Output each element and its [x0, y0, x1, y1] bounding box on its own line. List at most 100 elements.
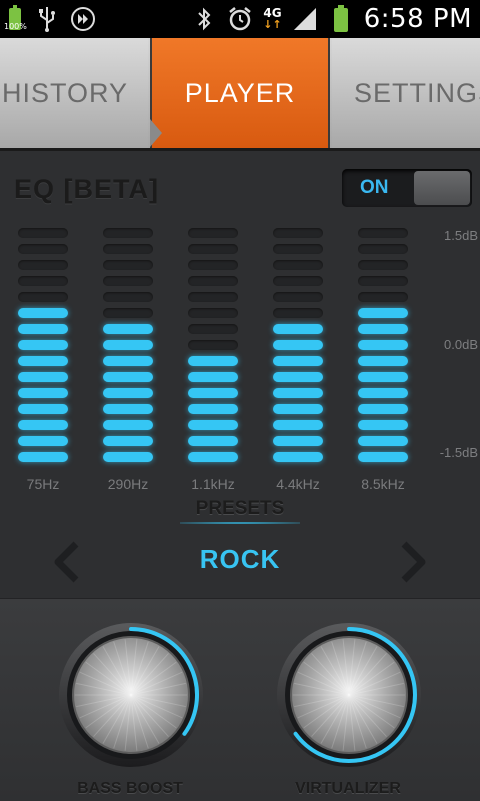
eq-segment [18, 452, 68, 462]
eq-segment [103, 276, 153, 286]
eq-segment [18, 228, 68, 238]
eq-segment [18, 404, 68, 414]
eq-segment [18, 260, 68, 270]
eq-segment [188, 356, 238, 366]
eq-segment [358, 420, 408, 430]
eq-segment [103, 372, 153, 382]
toggle-knob[interactable] [414, 171, 470, 205]
eq-segment [18, 308, 68, 318]
eq-segment [358, 324, 408, 334]
eq-segment [358, 260, 408, 270]
virtualizer-label: VIRTUALIZER [295, 780, 401, 797]
eq-segment [273, 292, 323, 302]
eq-segment [188, 436, 238, 446]
eq-segment [188, 292, 238, 302]
eq-segment [358, 308, 408, 318]
eq-segment [103, 420, 153, 430]
freq-label: 290Hz [107, 476, 149, 492]
eq-segment [273, 276, 323, 286]
eq-segment [273, 244, 323, 254]
eq-segment [358, 356, 408, 366]
eq-segment [358, 372, 408, 382]
eq-segment [358, 404, 408, 414]
eq-segment [18, 292, 68, 302]
bass-boost-knob[interactable] [56, 620, 206, 770]
presets-title: PRESETS [195, 498, 285, 519]
eq-segment [188, 420, 238, 430]
eq-segment [103, 436, 153, 446]
eq-segment [188, 372, 238, 382]
eq-segment [18, 324, 68, 334]
eq-segment [273, 404, 323, 414]
eq-segment [188, 308, 238, 318]
eq-segment [188, 452, 238, 462]
eq-segment [188, 404, 238, 414]
battery-icon [328, 5, 354, 32]
presets-glow-divider [180, 522, 300, 524]
eq-segment [103, 308, 153, 318]
eq-segment [358, 228, 408, 238]
eq-segment [273, 388, 323, 398]
status-bar: 100% 4G ↓↑ 6:58 PM [0, 0, 480, 38]
eq-segment [188, 244, 238, 254]
toggle-on-label: ON [360, 177, 389, 198]
eq-segment [188, 324, 238, 334]
media-play-icon [70, 6, 96, 32]
eq-segment [188, 228, 238, 238]
eq-segment [18, 244, 68, 254]
eq-segment [18, 436, 68, 446]
eq-segment [358, 276, 408, 286]
eq-segment [273, 260, 323, 270]
eq-segment [273, 356, 323, 366]
eq-segment [358, 436, 408, 446]
eq-segment [358, 340, 408, 350]
clock: 6:58 PM [363, 4, 472, 34]
eq-segment [188, 340, 238, 350]
battery-percent: 100% [4, 22, 27, 31]
eq-segment [18, 340, 68, 350]
eq-segment [188, 276, 238, 286]
eq-segment [18, 372, 68, 382]
usb-icon [34, 6, 60, 32]
eq-segment [188, 260, 238, 270]
alarm-clock-icon [227, 6, 253, 32]
chevron-right-icon [401, 541, 426, 583]
freq-label: 75Hz [26, 476, 60, 492]
tab-bar: HISTORY PLAYER SETTINGS [0, 38, 480, 151]
eq-segment [273, 372, 323, 382]
virtualizer-knob[interactable] [274, 620, 424, 770]
tab-settings[interactable]: SETTINGS [332, 38, 480, 148]
freq-label: 1.1kHz [191, 476, 235, 492]
battery-full-icon: 100% [4, 5, 27, 33]
eq-segment [18, 388, 68, 398]
bluetooth-icon [191, 6, 217, 32]
eq-segment [273, 308, 323, 318]
eq-segment [273, 228, 323, 238]
eq-segment [103, 340, 153, 350]
tab-history[interactable]: HISTORY [0, 38, 148, 148]
eq-segment [103, 452, 153, 462]
eq-segment [103, 244, 153, 254]
eq-segment [103, 228, 153, 238]
eq-segment [358, 452, 408, 462]
db-label-bottom: -1.5dB [439, 445, 478, 460]
signal-strength-icon [292, 6, 318, 32]
freq-label: 8.5kHz [361, 476, 405, 492]
freq-label: 4.4kHz [276, 476, 320, 492]
eq-segment [358, 244, 408, 254]
eq-segment [103, 292, 153, 302]
eq-segment [103, 324, 153, 334]
eq-segment [358, 292, 408, 302]
eq-segment [18, 356, 68, 366]
eq-segment [103, 260, 153, 270]
eq-segment [273, 340, 323, 350]
eq-segment [188, 388, 238, 398]
eq-toggle-switch[interactable]: ON [342, 169, 472, 207]
equalizer: 1.5dB 0.0dB -1.5dB [0, 224, 480, 474]
preset-next-button[interactable] [398, 540, 428, 584]
eq-segment [18, 420, 68, 430]
eq-segment [103, 356, 153, 366]
tab-player[interactable]: PLAYER [150, 38, 330, 148]
db-label-mid: 0.0dB [444, 337, 478, 352]
eq-segment [103, 404, 153, 414]
